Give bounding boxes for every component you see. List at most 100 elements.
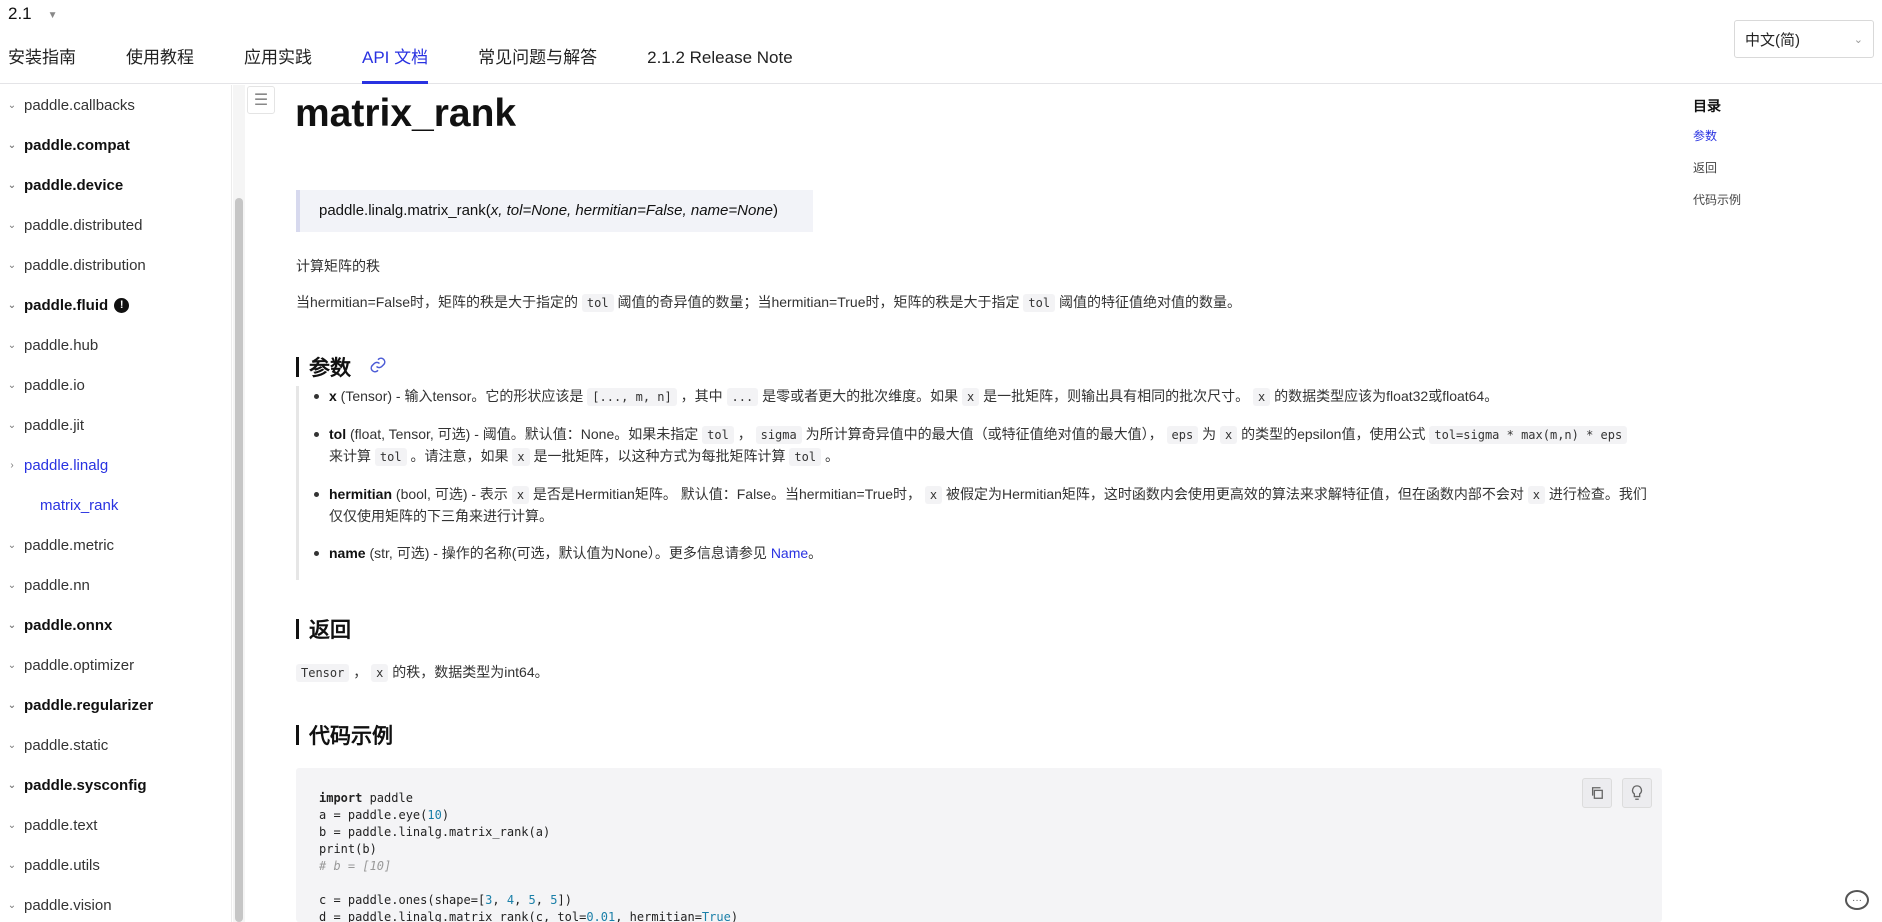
sidebar-item-utils[interactable]: ⌄ paddle.utils bbox=[0, 845, 228, 885]
sidebar-item-static[interactable]: ⌄ paddle.static bbox=[0, 725, 228, 765]
sidebar-item-regularizer[interactable]: ⌄ paddle.regularizer bbox=[0, 685, 228, 725]
sidebar-item-distributed[interactable]: ⌄ paddle.distributed bbox=[0, 205, 228, 245]
chevron-down-icon: ⌄ bbox=[7, 579, 17, 591]
heading-label: 参数 bbox=[309, 357, 351, 380]
chat-icon[interactable]: ··· bbox=[1845, 890, 1869, 910]
inline-code: tol bbox=[581, 294, 614, 312]
sidebar-item-optimizer[interactable]: ⌄ paddle.optimizer bbox=[0, 645, 228, 685]
inline-code: tol bbox=[1023, 294, 1056, 312]
toc-item-params[interactable]: 参数 bbox=[1693, 127, 1717, 144]
param-name: name (str, 可选) - 操作的名称(可选，默认值为None）。更多信息… bbox=[314, 543, 1658, 564]
inline-code: tol bbox=[789, 448, 822, 466]
code-token: 0.01 bbox=[586, 910, 616, 922]
param-name-label: name bbox=[329, 545, 366, 561]
params-heading: 参数 bbox=[296, 352, 387, 382]
sidebar-item-compat[interactable]: ⌄ paddle.compat bbox=[0, 125, 228, 165]
param-name: tol bbox=[329, 426, 347, 442]
param-text: 来计算 bbox=[329, 448, 375, 464]
sidebar-item-label: paddle.utils bbox=[24, 856, 100, 874]
chevron-down-icon: ⌄ bbox=[7, 859, 17, 871]
chevron-down-icon: ⌄ bbox=[7, 219, 17, 231]
inline-code: x bbox=[924, 486, 943, 504]
nav-practices[interactable]: 应用实践 bbox=[244, 46, 312, 84]
language-select[interactable]: 中文(简) ⌄ bbox=[1734, 20, 1874, 58]
list-icon[interactable]: ☰ bbox=[247, 86, 275, 114]
heading-bar bbox=[296, 725, 299, 745]
code-comment: # b = [10] bbox=[319, 859, 392, 873]
signature-suffix: ) bbox=[773, 202, 779, 219]
sidebar-item-label: paddle.onnx bbox=[24, 616, 113, 634]
toc-item-example[interactable]: 代码示例 bbox=[1693, 191, 1741, 208]
param-text: 的数据类型应该为float32或float64。 bbox=[1270, 388, 1499, 404]
code-token: c = paddle.ones(shape=[ bbox=[319, 893, 486, 907]
nav-tutorials[interactable]: 使用教程 bbox=[126, 46, 194, 84]
code-token: True bbox=[701, 910, 731, 922]
sidebar-item-label: paddle.text bbox=[24, 816, 98, 834]
code-token: , bbox=[492, 893, 507, 907]
sidebar-item-label: paddle.jit bbox=[24, 416, 85, 434]
returns-heading: 返回 bbox=[296, 614, 351, 644]
nav-release-note[interactable]: 2.1.2 Release Note bbox=[647, 46, 793, 84]
nav-install-guide[interactable]: 安装指南 bbox=[8, 46, 76, 84]
deprecated-badge: ! bbox=[114, 297, 130, 313]
chevron-down-icon: ⌄ bbox=[7, 99, 17, 111]
sidebar-item-text[interactable]: ⌄ paddle.text bbox=[0, 805, 228, 845]
sidebar-item-onnx[interactable]: ⌄ paddle.onnx bbox=[0, 605, 228, 645]
lightbulb-icon[interactable] bbox=[1622, 778, 1652, 808]
sidebar-item-callbacks[interactable]: ⌄ paddle.callbacks bbox=[0, 85, 228, 125]
code-token: paddle bbox=[362, 791, 413, 805]
sidebar-item-vision[interactable]: ⌄ paddle.vision bbox=[0, 885, 228, 922]
sidebar-item-distribution[interactable]: ⌄ paddle.distribution bbox=[0, 245, 228, 285]
version-selector[interactable]: 2.1 ▼ bbox=[8, 4, 58, 24]
nav-api-docs[interactable]: API 文档 bbox=[362, 46, 429, 84]
code-token: a = paddle.eye( bbox=[319, 808, 428, 822]
code-token: ) bbox=[441, 808, 450, 822]
inline-code: x bbox=[511, 486, 530, 504]
copy-icon[interactable] bbox=[1582, 778, 1612, 808]
param-text: (Tensor) - 输入tensor。它的形状应该是 bbox=[336, 388, 588, 404]
signature-args: x, tol=None, hermitian=False, name=None bbox=[490, 202, 774, 219]
sidebar-item-label: paddle.vision bbox=[24, 896, 112, 914]
sidebar-item-jit[interactable]: ⌄ paddle.jit bbox=[0, 405, 228, 445]
chevron-down-icon: ⌄ bbox=[7, 339, 17, 351]
nav-faq[interactable]: 常见问题与解答 bbox=[478, 46, 597, 84]
chevron-down-icon: ⌄ bbox=[7, 659, 17, 671]
param-name: hermitian bbox=[329, 486, 393, 502]
sidebar-scrollbar-thumb[interactable] bbox=[235, 198, 243, 922]
inline-code: x bbox=[1219, 426, 1238, 444]
link-icon[interactable] bbox=[369, 356, 387, 379]
caret-down-icon: ▼ bbox=[47, 10, 58, 21]
sidebar-item-label: paddle.callbacks bbox=[24, 96, 135, 114]
param-text: 。 bbox=[808, 545, 823, 561]
param-text: 是零或者更大的批次维度。如果 bbox=[758, 388, 963, 404]
sidebar-item-sysconfig[interactable]: ⌄ paddle.sysconfig bbox=[0, 765, 228, 805]
sidebar-item-metric[interactable]: ⌄ paddle.metric bbox=[0, 525, 228, 565]
sidebar-item-matrix-rank[interactable]: matrix_rank bbox=[0, 485, 228, 525]
param-text: 被假定为Hermitian矩阵，这时函数内会使用更高效的算法来求解特征值，但在函… bbox=[942, 486, 1528, 502]
toc-item-returns[interactable]: 返回 bbox=[1693, 159, 1717, 176]
code-token: , bbox=[535, 893, 551, 907]
sidebar-item-label: paddle.regularizer bbox=[24, 696, 154, 714]
chevron-down-icon: ⌄ bbox=[7, 699, 17, 711]
name-link[interactable]: Name bbox=[771, 545, 808, 561]
returns-part: ， bbox=[349, 664, 372, 680]
example-heading: 代码示例 bbox=[296, 720, 393, 750]
page-title: matrix_rank bbox=[295, 92, 517, 135]
param-text: 的类型的epsilon值，使用公式 bbox=[1237, 426, 1430, 442]
chevron-down-icon: ⌄ bbox=[7, 819, 17, 831]
sidebar-item-nn[interactable]: ⌄ paddle.nn bbox=[0, 565, 228, 605]
param-text: 是否是Hermitian矩阵。 默认值：False。当hermitian=Tru… bbox=[529, 486, 925, 502]
sidebar-item-fluid[interactable]: ⌄ paddle.fluid! bbox=[0, 285, 228, 325]
sidebar-item-hub[interactable]: ⌄ paddle.hub bbox=[0, 325, 228, 365]
code-token: , hermitian= bbox=[615, 910, 702, 922]
param-tol: tol (float, Tensor, 可选) - 阈值。默认值：None。如果… bbox=[314, 424, 1658, 468]
sidebar-item-linalg[interactable]: › paddle.linalg bbox=[0, 445, 228, 485]
sidebar-item-io[interactable]: ⌄ paddle.io bbox=[0, 365, 228, 405]
code-token: , bbox=[514, 893, 529, 907]
code-block: import paddle a = paddle.eye(10) b = pad… bbox=[319, 790, 738, 922]
inline-code: x bbox=[1527, 486, 1546, 504]
param-text: ， bbox=[733, 426, 756, 442]
sidebar-item-device[interactable]: ⌄ paddle.device bbox=[0, 165, 228, 205]
param-x: x (Tensor) - 输入tensor。它的形状应该是 [..., m, n… bbox=[314, 386, 1658, 408]
chevron-down-icon: ⌄ bbox=[7, 139, 17, 151]
